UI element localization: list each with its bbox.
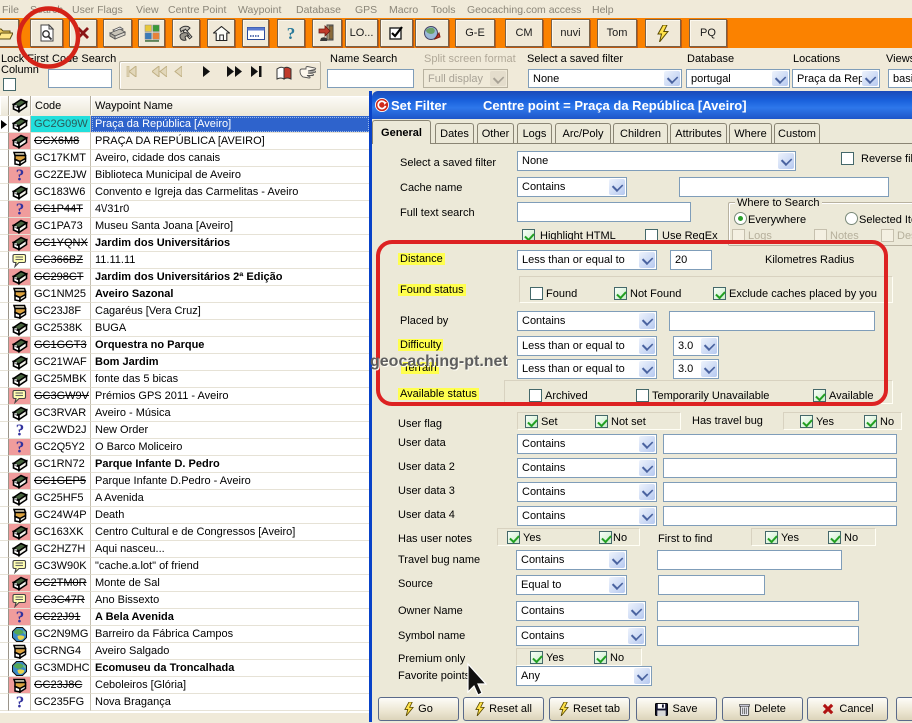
- svg-text:?: ?: [16, 439, 25, 455]
- svg-text:?: ?: [16, 167, 25, 183]
- svg-text:?: ?: [16, 422, 25, 438]
- svg-text:?: ?: [16, 694, 25, 710]
- svg-text:?: ?: [16, 609, 25, 625]
- svg-text:?: ?: [287, 25, 296, 42]
- svg-text:?: ?: [16, 201, 25, 217]
